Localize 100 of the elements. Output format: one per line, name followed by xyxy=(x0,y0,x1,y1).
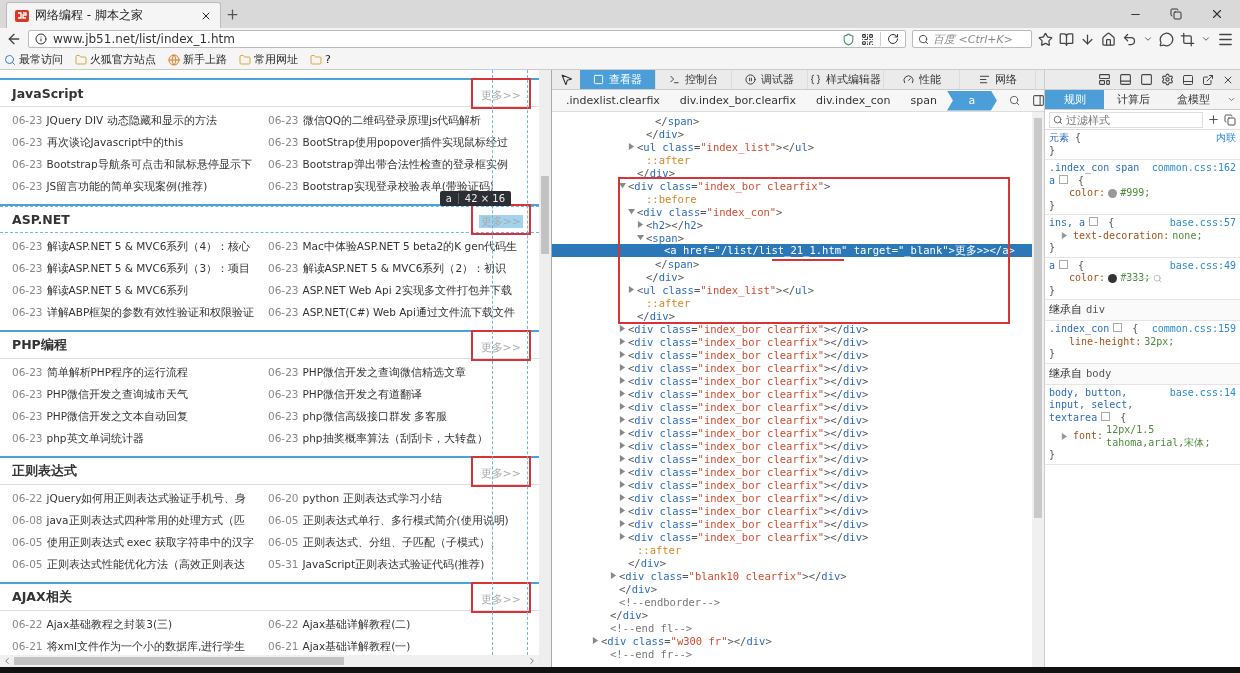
dock-icon[interactable] xyxy=(1119,73,1132,86)
devtools-tab[interactable]: 控制台 xyxy=(656,70,732,89)
article-link[interactable]: 06-20 python 正则表达式学习小结 xyxy=(268,487,442,509)
markup-line[interactable]: </div> xyxy=(552,309,1032,322)
chevron-left-icon[interactable] xyxy=(2,656,12,666)
collapsed-arrow-icon[interactable] xyxy=(592,637,599,644)
markup-line[interactable]: </div> xyxy=(552,166,1032,179)
article-link[interactable]: 06-23 php抽奖概率算法（刮刮卡，大转盘） xyxy=(268,427,488,449)
article-link[interactable]: 06-05 正则表达式性能优化方法（高效正则表达 xyxy=(12,553,245,575)
devtools-tab[interactable]: 性能 xyxy=(884,70,960,89)
markup-line[interactable]: <div class="blank10 clearfix"></div> xyxy=(552,569,1032,582)
caret-icon[interactable] xyxy=(1143,34,1153,44)
expand-arrow-icon[interactable] xyxy=(1061,232,1068,240)
article-link[interactable]: 06-23 JS留言功能的简单实现案例(推荐) xyxy=(12,175,208,197)
devtools-tab[interactable]: 样式编辑器 xyxy=(808,70,884,89)
caret-icon[interactable] xyxy=(1227,95,1236,104)
collapsed-arrow-icon[interactable] xyxy=(628,143,635,150)
vertical-scrollbar[interactable] xyxy=(1032,112,1044,667)
markup-line[interactable]: <!--endborder--> xyxy=(552,595,1032,608)
frame-icon[interactable] xyxy=(1140,73,1153,86)
layout-icon[interactable] xyxy=(1098,73,1111,86)
sidebar-tab[interactable]: 盒模型 xyxy=(1163,90,1223,109)
markup-line[interactable]: </span> xyxy=(552,114,1032,127)
breadcrumb[interactable]: .indexlist.clearfix xyxy=(560,90,666,111)
source-link[interactable]: common.css:159 xyxy=(1151,323,1236,336)
search-icon[interactable] xyxy=(1008,95,1020,106)
checkbox-icon[interactable] xyxy=(1089,217,1099,226)
checkbox-icon[interactable] xyxy=(1059,259,1069,269)
browser-tab[interactable]: 网络编程 - 脚本之家 xyxy=(6,2,221,28)
checkbox-icon[interactable] xyxy=(1113,323,1123,332)
vertical-scrollbar[interactable] xyxy=(539,70,551,667)
bookmark-item[interactable]: 最常访问 xyxy=(4,52,63,67)
markup-line[interactable]: <!--end fr--> xyxy=(552,647,1032,660)
markup-line[interactable]: <div class="index_bor clearfix"></div> xyxy=(552,517,1032,530)
source-link[interactable]: 内联 xyxy=(1216,132,1236,145)
css-declaration[interactable]: color: #999; xyxy=(1049,187,1236,200)
article-link[interactable]: 06-23 BootStrap使用popover插件实现鼠标经过 xyxy=(268,131,509,153)
chat-icon[interactable] xyxy=(1159,31,1174,47)
article-link[interactable]: 06-22 Ajax基础详解教程(二) xyxy=(268,613,411,635)
article-link[interactable]: 05-31 JavaScript正则表达式验证代码(推荐) xyxy=(268,553,485,575)
filter-field[interactable]: 过滤样式 xyxy=(1049,111,1203,128)
article-link[interactable]: 06-23 ASP.NET Web Api 2实现多文件打包并下载 xyxy=(268,279,512,301)
markup-line[interactable]: <div class="index_bor clearfix"></div> xyxy=(552,465,1032,478)
article-link[interactable]: 06-23 解读ASP.NET 5 & MVC6系列 xyxy=(12,279,189,301)
sidebar-tab[interactable]: 计算后 xyxy=(1104,90,1164,109)
css-declaration[interactable]: text-decoration: none; xyxy=(1049,229,1236,242)
settings-icon[interactable] xyxy=(1161,73,1174,86)
reader-icon[interactable] xyxy=(1059,31,1074,47)
markup-line[interactable]: <div class="index_bor clearfix"></div> xyxy=(552,439,1032,452)
collapsed-arrow-icon[interactable] xyxy=(628,286,635,293)
article-link[interactable]: 06-05 正则表达式单行、多行模式简介(使用说明) xyxy=(268,509,509,531)
bookmark-item[interactable]: 新手上路 xyxy=(168,52,227,67)
devtools-tab[interactable]: 网络 xyxy=(960,70,1036,89)
article-link[interactable]: 06-22 Ajax基础教程之封装3(三) xyxy=(12,613,173,635)
article-link[interactable]: 06-23 PHP微信开发之查询城市天气 xyxy=(12,383,189,405)
reload-icon[interactable] xyxy=(887,33,899,45)
star-icon[interactable] xyxy=(1038,31,1053,47)
caret-icon[interactable] xyxy=(1201,34,1211,44)
pointer-icon[interactable] xyxy=(559,73,573,86)
article-link[interactable]: 06-08 java正则表达式四种常用的处理方式（匹 xyxy=(12,509,245,531)
markup-line[interactable]: <div class="index_bor clearfix"></div> xyxy=(552,400,1032,413)
markup-line[interactable]: <div class="index_bor clearfix"></div> xyxy=(552,530,1032,543)
markup-line[interactable]: <div class="index_bor clearfix"> xyxy=(552,179,1032,192)
expanded-arrow-icon[interactable] xyxy=(628,208,635,215)
article-link[interactable]: 06-23 php微信高级接口群发 多客服 xyxy=(268,405,447,427)
devtools-tab[interactable]: 调试器 xyxy=(732,70,808,89)
back-icon[interactable] xyxy=(6,31,22,47)
article-link[interactable]: 06-05 正则表达式、分组、子匹配（子模式）、 xyxy=(268,531,501,553)
markup-line[interactable]: <!--end fl--> xyxy=(552,621,1032,634)
source-link[interactable]: base.css:57 xyxy=(1169,217,1236,230)
markup-line[interactable]: </div> xyxy=(552,556,1032,569)
markup-line[interactable]: <div class="index_bor clearfix"></div> xyxy=(552,335,1032,348)
article-link[interactable]: 06-23 解读ASP.NET 5 & MVC6系列（2）：初识 xyxy=(268,257,507,279)
markup-line[interactable]: <span> xyxy=(552,231,1032,244)
expanded-arrow-icon[interactable] xyxy=(637,234,644,241)
download-icon[interactable] xyxy=(1080,31,1095,47)
add-icon[interactable] xyxy=(1207,113,1220,126)
expand-arrow-icon[interactable] xyxy=(1061,433,1068,440)
article-link[interactable]: 06-23 解读ASP.NET 5 & MVC6系列（4）：核心 xyxy=(12,235,251,257)
collapsed-arrow-icon[interactable] xyxy=(637,221,644,228)
css-declaration[interactable]: line-height: 32px; xyxy=(1049,335,1236,348)
markup-line[interactable]: </div> xyxy=(552,127,1032,140)
markup-line[interactable]: <div class="index_bor clearfix"></div> xyxy=(552,504,1032,517)
restore-icon[interactable] xyxy=(1170,8,1182,20)
markup-line[interactable]: <div class="index_bor clearfix"></div> xyxy=(552,348,1032,361)
collapsed-arrow-icon[interactable] xyxy=(610,572,617,579)
markup-line[interactable]: </div> xyxy=(552,270,1032,283)
checkbox-icon[interactable] xyxy=(1059,174,1069,184)
article-link[interactable]: 06-23 再次谈论Javascript中的this xyxy=(12,131,184,153)
source-link[interactable]: common.css:162 xyxy=(1151,162,1236,187)
article-link[interactable]: 06-23 JQuery DIV 动态隐藏和显示的方法 xyxy=(12,109,217,131)
close-icon[interactable] xyxy=(1210,7,1224,21)
markup-line[interactable]: <div class="index_con"> xyxy=(552,205,1032,218)
markup-line[interactable]: <div class="index_bor clearfix"></div> xyxy=(552,387,1032,400)
markup-line[interactable]: </div> xyxy=(552,582,1032,595)
undo-icon[interactable] xyxy=(1122,31,1137,47)
article-link[interactable]: 06-23 php英文单词统计器 xyxy=(12,427,144,449)
bookmark-item[interactable]: ? xyxy=(310,53,331,66)
bookmark-item[interactable]: 火狐官方站点 xyxy=(75,52,156,67)
article-link[interactable]: 06-23 简单解析PHP程序的运行流程 xyxy=(12,361,189,383)
